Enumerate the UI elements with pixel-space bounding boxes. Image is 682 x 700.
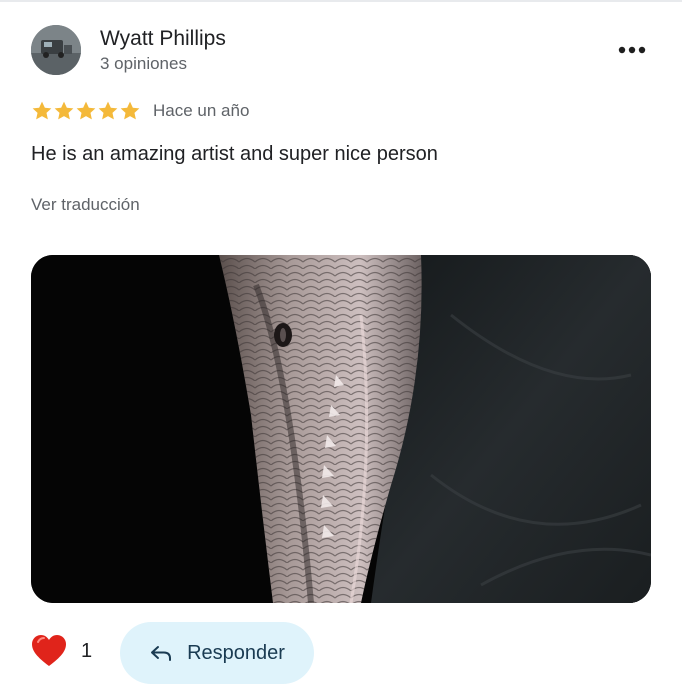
tattoo-photo (31, 255, 651, 603)
more-options-button[interactable] (614, 34, 650, 66)
star-rating: Hace un año (31, 100, 249, 122)
more-vert-icon (618, 46, 646, 54)
top-divider (0, 0, 682, 2)
avatar[interactable] (31, 25, 81, 75)
review-text: He is an amazing artist and super nice p… (31, 143, 438, 165)
star-icon (120, 101, 140, 120)
star-icon (54, 101, 74, 120)
like-count: 1 (81, 639, 93, 662)
reply-label: Responder (187, 641, 285, 664)
heart-icon (32, 635, 66, 666)
author-review-count: 3 opiniones (100, 54, 187, 73)
reply-button[interactable]: Responder (120, 622, 314, 684)
review-photo[interactable] (31, 255, 651, 603)
star-icon (98, 101, 118, 120)
reply-arrow-icon (151, 646, 172, 661)
like-button[interactable]: 1 (31, 634, 92, 668)
star-icon (32, 101, 52, 120)
avatar-photo (31, 25, 81, 75)
author-name[interactable]: Wyatt Phillips (100, 27, 226, 51)
translate-link[interactable]: Ver traducción (31, 195, 140, 215)
review-time: Hace un año (153, 101, 250, 120)
star-icon (76, 101, 96, 120)
